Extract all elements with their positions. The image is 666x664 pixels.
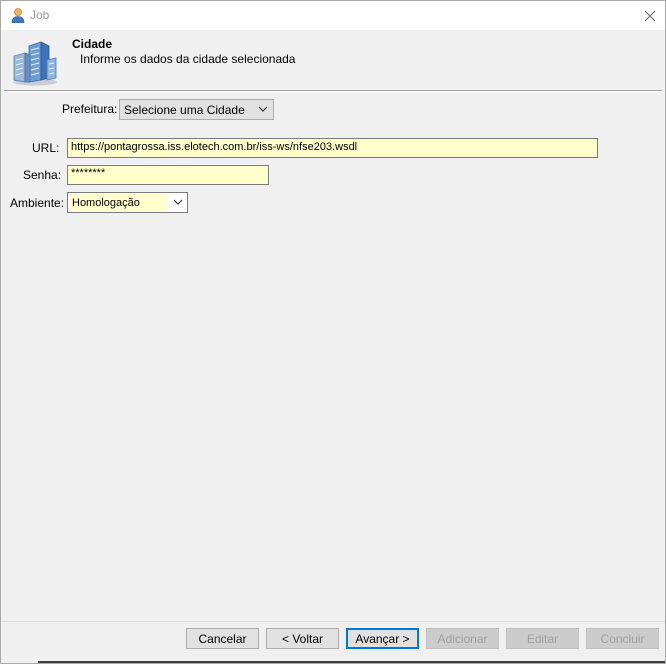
cancel-button[interactable]: Cancelar [186, 628, 259, 649]
url-value: https://pontagrossa.iss.elotech.com.br/i… [71, 141, 358, 153]
title-bar[interactable]: Job [1, 1, 665, 30]
close-icon [644, 10, 656, 21]
buildings-icon [13, 41, 57, 86]
close-button[interactable] [635, 1, 665, 30]
senha-input[interactable]: ******** [67, 165, 269, 185]
header-title: Cidade [72, 37, 113, 51]
job-window: Job Cidade Informe os dados da cidade se… [0, 0, 666, 664]
ambiente-field: Homologação [69, 194, 168, 211]
footer-divider [1, 621, 665, 622]
prefeitura-select[interactable]: Selecione uma Cidade [119, 99, 274, 120]
next-button[interactable]: Avançar > [346, 628, 419, 649]
finish-button[interactable]: Concluir [586, 628, 659, 649]
header-subtitle: Informe os dados da cidade selecionada [80, 52, 296, 66]
url-label: URL: [32, 141, 60, 155]
window-title: Job [30, 8, 50, 22]
edit-button[interactable]: Editar [506, 628, 579, 649]
window-bottom-edge [38, 661, 665, 663]
user-icon [11, 8, 25, 23]
chevron-down-icon [173, 199, 183, 205]
senha-label: Senha: [23, 168, 62, 182]
senha-value: ******** [71, 167, 106, 179]
ambiente-value: Homologação [72, 197, 140, 209]
url-input[interactable]: https://pontagrossa.iss.elotech.com.br/i… [67, 138, 598, 158]
prefeitura-value: Selecione uma Cidade [124, 103, 245, 117]
back-button[interactable]: < Voltar [266, 628, 339, 649]
wizard-header: Cidade Informe os dados da cidade seleci… [1, 30, 665, 90]
header-separator [4, 90, 662, 92]
ambiente-select[interactable]: Homologação [67, 192, 188, 213]
add-button[interactable]: Adicionar [426, 628, 499, 649]
chevron-down-icon [258, 106, 268, 112]
ambiente-label: Ambiente: [10, 196, 65, 210]
prefeitura-label: Prefeitura: [62, 102, 118, 116]
